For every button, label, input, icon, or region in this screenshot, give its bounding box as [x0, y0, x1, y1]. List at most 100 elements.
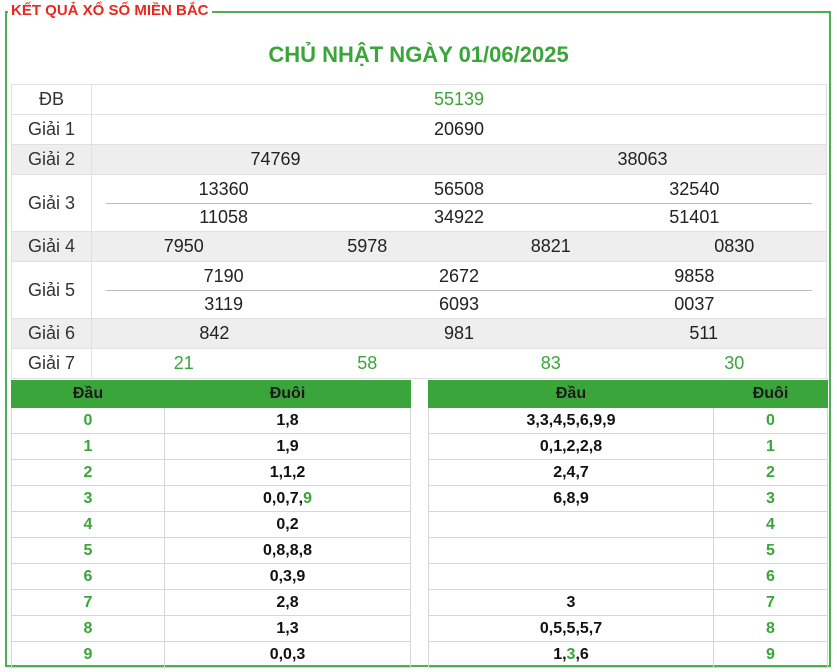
section-legend: KẾT QUẢ XỔ SỐ MIỀN BẮC — [8, 1, 212, 21]
prize-value: 58 — [357, 353, 378, 373]
prize-label: Giải 3 — [11, 174, 92, 232]
prize-value: 0037 — [674, 293, 715, 314]
prize-value: 11058 — [199, 206, 249, 227]
column-header: Đầu — [428, 380, 714, 408]
table-row: 2,4,7 2 — [428, 459, 828, 486]
table-row: 0 1,8 — [11, 407, 411, 434]
prize-value: 20690 — [433, 119, 485, 139]
prize-value: 8821 — [530, 236, 571, 256]
table-row: 37 — [428, 589, 828, 616]
prize-value: 511 — [689, 323, 719, 343]
prize-value: 0830 — [714, 236, 755, 256]
table-row: 1,3,6 9 — [428, 641, 828, 668]
tail-digit: 6 — [713, 563, 828, 590]
tail-digits: 1,1,2 — [164, 459, 411, 486]
divider — [106, 202, 812, 204]
prize-row-g1: Giải 1 20690 — [11, 114, 827, 145]
column-header: Đuôi — [164, 380, 411, 408]
tail-digits: 0,0,3 — [164, 641, 411, 668]
dau-table: Đầu Đuôi 0 1,8 1 1,9 2 1,1,2 3 0,0,7,9 4 0,2 … — [11, 380, 411, 668]
tail-digit: 7 — [713, 589, 828, 616]
head-digit: 7 — [11, 589, 165, 616]
tail-digit: 4 — [713, 511, 828, 538]
tail-digits: 0,0,7,9 — [164, 485, 411, 512]
head-digits — [428, 537, 714, 564]
tail-digits: 0,8,8,8 — [164, 537, 411, 564]
head-digits: 3 — [428, 589, 714, 616]
column-header: Đuôi — [713, 380, 828, 408]
tail-digit: 0 — [713, 407, 828, 434]
tail-digit: 9 — [713, 641, 828, 668]
prize-value: 9858 — [674, 265, 715, 286]
tail-digit: 8 — [713, 615, 828, 642]
head-digit: 5 — [11, 537, 165, 564]
head-digit: 6 — [11, 563, 165, 590]
head-digit: 0 — [11, 407, 165, 434]
prize-value: 5978 — [347, 236, 388, 256]
prize-value: 38063 — [617, 149, 668, 169]
head-digits — [428, 563, 714, 590]
table-row: 2 1,1,2 — [11, 459, 411, 486]
prize-label: Giải 5 — [11, 261, 92, 319]
prize-row-g6: Giải 6 842 981 511 — [11, 318, 827, 349]
prize-label: Giải 1 — [11, 114, 92, 145]
column-header: Đầu — [11, 380, 165, 408]
tail-digit: 1 — [713, 433, 828, 460]
page-title: CHỦ NHẬT NGÀY 01/06/2025 — [268, 42, 569, 67]
table-row: 8 1,3 — [11, 615, 411, 642]
table-row: 6 — [428, 563, 828, 590]
prize-value: 74769 — [250, 149, 301, 169]
prize-row-g4: Giải 4 7950 5978 8821 0830 — [11, 231, 827, 262]
prize-label: Giải 7 — [11, 348, 92, 379]
prize-value: 30 — [724, 353, 745, 373]
head-digit: 4 — [11, 511, 165, 538]
tail-digits: 0,3,9 — [164, 563, 411, 590]
prize-row-g3: Giải 3 13360 56508 32540 11058 34922 514… — [11, 174, 827, 232]
tail-digits: 1,9 — [164, 433, 411, 460]
special-digit: 9 — [303, 489, 312, 507]
head-digits: 0,1,2,2,8 — [428, 433, 714, 460]
head-digits: 2,4,7 — [428, 459, 714, 486]
prize-value: 2672 — [438, 265, 480, 286]
tail-digit: 2 — [713, 459, 828, 486]
table-row: 1 1,9 — [11, 433, 411, 460]
table-row: 7 2,8 — [11, 589, 411, 616]
table-row: 6,8,9 3 — [428, 485, 828, 512]
prize-value: 51401 — [669, 206, 720, 227]
duoi-table: Đầu Đuôi 3,3,4,5,6,9,9 0 0,1,2,2,8 1 2,4,7… — [428, 380, 828, 668]
prize-value: 32540 — [669, 178, 720, 199]
prize-label: ĐB — [11, 84, 92, 115]
table-row: 4 0,2 — [11, 511, 411, 538]
table-row: 5 0,8,8,8 — [11, 537, 411, 564]
prize-value: 981 — [443, 323, 475, 343]
table-row: 4 — [428, 511, 828, 538]
tail-digit: 5 — [713, 537, 828, 564]
prize-value: 13360 — [198, 178, 249, 199]
head-digits: 0,5,5,5,7 — [428, 615, 714, 642]
prize-row-g7: Giải 7 21 58 83 30 — [11, 348, 827, 379]
table-row: 5 — [428, 537, 828, 564]
head-digit: 8 — [11, 615, 165, 642]
prize-value: 83 — [540, 353, 561, 373]
table-row: 0,1,2,2,8 1 — [428, 433, 828, 460]
prize-value: 3119 — [204, 293, 244, 314]
tail-digit: 3 — [713, 485, 828, 512]
tail-digits: 2,8 — [164, 589, 411, 616]
head-digit: 1 — [11, 433, 165, 460]
prize-row-db: ĐB 55139 — [11, 84, 827, 115]
prize-value: 7190 — [203, 265, 244, 286]
prize-value: 21 — [173, 353, 194, 373]
tail-digits: 1,8 — [164, 407, 411, 434]
prize-label: Giải 2 — [11, 144, 92, 175]
prize-value: 7950 — [163, 236, 204, 256]
head-digit: 3 — [11, 485, 165, 512]
special-prize-value: 55139 — [433, 89, 485, 109]
tail-digits: 1,3 — [164, 615, 411, 642]
table-row: 0,5,5,5,7 8 — [428, 615, 828, 642]
prize-value: 842 — [199, 323, 230, 343]
head-digits: 6,8,9 — [428, 485, 714, 512]
tail-digits: 0,2 — [164, 511, 411, 538]
table-row: 3 0,0,7,9 — [11, 485, 411, 512]
table-row: 9 0,0,3 — [11, 641, 411, 668]
prize-row-g5: Giải 5 7190 2672 9858 3119 6093 0037 — [11, 261, 827, 319]
